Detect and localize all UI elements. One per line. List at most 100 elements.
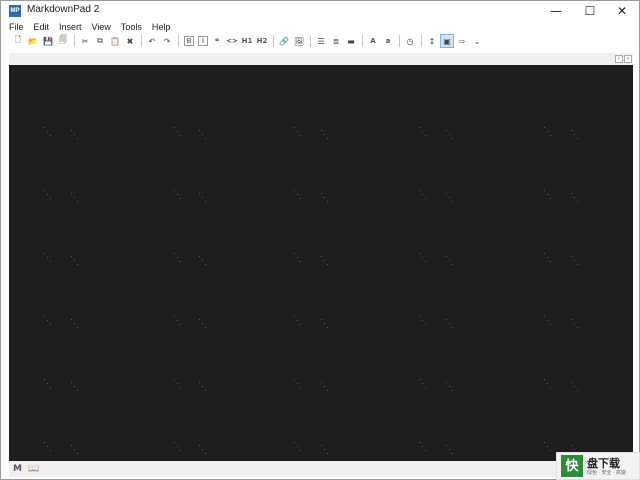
editor-texture-dot xyxy=(571,256,572,257)
toolbar-separator xyxy=(362,35,363,47)
editor-texture-dot xyxy=(294,127,295,128)
bold-button[interactable]: B xyxy=(184,36,194,46)
watermark-subtext: 绿色 · 安全 · 高速 xyxy=(587,470,626,476)
editor-texture-dot xyxy=(544,379,545,380)
editor-texture-dot xyxy=(74,386,75,387)
timestamp-icon[interactable]: ◷ xyxy=(403,34,417,48)
editor-texture-dot xyxy=(446,256,447,257)
editor-texture-dot xyxy=(44,127,45,128)
editor-texture-dot xyxy=(425,135,426,136)
editor-texture-dot xyxy=(547,446,548,447)
code-button[interactable]: <> xyxy=(225,34,239,48)
menu-file[interactable]: File xyxy=(1,22,29,32)
heading1-button[interactable]: H1 xyxy=(240,34,254,48)
preview-mode-icon[interactable]: 📖 xyxy=(28,464,39,474)
editor-texture-dot xyxy=(297,257,298,258)
new-document-icon[interactable]: 🗋 xyxy=(11,34,25,48)
maximize-button[interactable]: ☐ xyxy=(573,1,607,21)
editor-texture-dot xyxy=(571,193,572,194)
lowercase-button[interactable]: a xyxy=(381,34,395,48)
editor-texture-dot xyxy=(577,264,578,265)
markdown-mode-icon[interactable]: M xyxy=(13,464,22,474)
save-all-icon[interactable]: 🗐 xyxy=(56,34,70,48)
editor-texture-dot xyxy=(574,134,575,135)
toolbar-separator xyxy=(273,35,274,47)
editor-texture-dot xyxy=(177,320,178,321)
delete-icon[interactable]: ✖ xyxy=(123,34,137,48)
blockquote-icon[interactable]: ❝ xyxy=(210,34,224,48)
minimize-button[interactable]: — xyxy=(539,1,573,21)
editor-texture-dot xyxy=(300,387,301,388)
live-preview-icon[interactable]: ▣ xyxy=(440,34,454,48)
editor-texture-dot xyxy=(422,446,423,447)
close-button[interactable]: ✕ xyxy=(605,1,639,21)
editor-texture-dot xyxy=(44,316,45,317)
editor-texture-dot xyxy=(544,316,545,317)
editor-texture-dot xyxy=(77,390,78,391)
editor-texture-dot xyxy=(47,320,48,321)
editor-texture-dot xyxy=(574,386,575,387)
watermark-logo-mark: 快 xyxy=(561,455,583,477)
unordered-list-icon[interactable]: ☰ xyxy=(314,34,328,48)
editor-texture-dot xyxy=(47,194,48,195)
export-icon[interactable]: ⇨ xyxy=(455,34,469,48)
editor-texture-dot xyxy=(199,130,200,131)
paste-icon[interactable]: 📋 xyxy=(108,34,122,48)
toolbar-separator xyxy=(421,35,422,47)
open-folder-icon[interactable]: 📂 xyxy=(26,34,40,48)
editor-texture-dot xyxy=(50,450,51,451)
editor-texture-dot xyxy=(452,138,453,139)
editor-texture-dot xyxy=(202,323,203,324)
editor-texture-dot xyxy=(574,449,575,450)
editor-texture-dot xyxy=(324,323,325,324)
editor-texture-dot xyxy=(297,383,298,384)
editor-texture-dot xyxy=(294,253,295,254)
menu-bar: File Edit Insert View Tools Help xyxy=(1,20,639,34)
editor-texture-dot xyxy=(177,446,178,447)
toolbar-overflow-icon[interactable]: ⌄ xyxy=(470,34,484,48)
editor-texture-dot xyxy=(419,253,420,254)
editor-texture-dot xyxy=(449,260,450,261)
image-icon[interactable]: 🖼 xyxy=(292,34,306,48)
copy-icon[interactable]: ⧉ xyxy=(93,34,107,48)
uppercase-button[interactable]: A xyxy=(366,34,380,48)
editor-texture-dot xyxy=(180,387,181,388)
editor-texture-dot xyxy=(321,382,322,383)
redo-icon[interactable]: ↷ xyxy=(160,34,174,48)
editor-texture-dot xyxy=(199,445,200,446)
editor-texture-dot xyxy=(547,257,548,258)
heading2-button[interactable]: H2 xyxy=(255,34,269,48)
ordered-list-icon[interactable]: ≣ xyxy=(329,34,343,48)
menu-insert[interactable]: Insert xyxy=(54,22,87,32)
editor-texture-dot xyxy=(449,386,450,387)
menu-help[interactable]: Help xyxy=(147,22,176,32)
editor-texture-dot xyxy=(202,260,203,261)
sort-icon[interactable]: ↕ xyxy=(425,34,439,48)
menu-tools[interactable]: Tools xyxy=(116,22,147,32)
markdown-editor[interactable] xyxy=(9,65,633,461)
pane-right-arrow-icon[interactable]: › xyxy=(624,55,632,63)
editor-texture-dot xyxy=(180,324,181,325)
editor-texture-dot xyxy=(77,138,78,139)
italic-button[interactable]: I xyxy=(198,36,208,46)
editor-texture-dot xyxy=(574,197,575,198)
editor-texture-dot xyxy=(425,450,426,451)
editor-texture-dot xyxy=(422,257,423,258)
editor-texture-dot xyxy=(571,130,572,131)
editor-texture-dot xyxy=(177,383,178,384)
editor-texture-dot xyxy=(577,201,578,202)
menu-view[interactable]: View xyxy=(87,22,116,32)
editor-texture-dot xyxy=(327,327,328,328)
hyperlink-icon[interactable]: 🔗 xyxy=(277,34,291,48)
editor-texture-dot xyxy=(544,442,545,443)
undo-icon[interactable]: ↶ xyxy=(145,34,159,48)
window-title: MarkdownPad 2 xyxy=(27,4,100,15)
horizontal-rule-icon[interactable]: ▬ xyxy=(344,34,358,48)
editor-texture-dot xyxy=(177,194,178,195)
editor-texture-dot xyxy=(571,445,572,446)
pane-left-arrow-icon[interactable]: ‹ xyxy=(615,55,623,63)
cut-icon[interactable]: ✂ xyxy=(78,34,92,48)
save-icon[interactable]: 💾 xyxy=(41,34,55,48)
markdownpad-app-icon: MP xyxy=(9,5,21,17)
menu-edit[interactable]: Edit xyxy=(29,22,55,32)
